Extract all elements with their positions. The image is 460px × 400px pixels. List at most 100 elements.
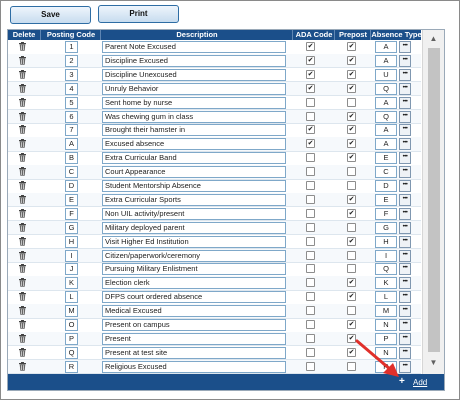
ellipsis-icon[interactable]: ••• [399, 249, 411, 262]
prepost-checkbox[interactable]: ✔ [347, 139, 356, 149]
posting-code-field[interactable]: R [65, 360, 78, 373]
posting-code-field[interactable]: Q [65, 346, 78, 359]
posting-code-field[interactable]: J [65, 263, 78, 276]
prepost-checkbox[interactable]: ✔ [347, 125, 356, 135]
prepost-checkbox[interactable]: ✔ [347, 153, 356, 163]
posting-code-field[interactable]: 6 [65, 110, 78, 123]
ada-code-checkbox[interactable] [306, 333, 315, 343]
absence-type-field[interactable]: A [375, 41, 397, 53]
description-field[interactable]: Pursuing Military Enlistment [102, 263, 286, 276]
ellipsis-icon[interactable]: ••• [399, 221, 411, 234]
absence-type-field[interactable]: H [375, 235, 397, 248]
description-field[interactable]: Sent home by nurse [102, 96, 286, 109]
trash-icon[interactable] [18, 320, 27, 329]
trash-icon[interactable] [18, 194, 27, 204]
scrollbar-thumb[interactable] [428, 48, 440, 352]
ellipsis-icon[interactable]: ••• [399, 152, 411, 165]
posting-code-field[interactable]: M [65, 305, 78, 318]
scroll-up-arrow-icon[interactable]: ▲ [423, 32, 444, 46]
ellipsis-icon[interactable]: ••• [399, 96, 411, 109]
description-field[interactable]: Student Mentorship Absence [102, 180, 286, 192]
ada-code-checkbox[interactable] [306, 250, 315, 260]
description-field[interactable]: Medical Excused [102, 305, 286, 318]
trash-icon[interactable] [18, 153, 27, 162]
prepost-checkbox[interactable]: ✔ [347, 42, 356, 51]
ellipsis-icon[interactable]: ••• [399, 263, 411, 276]
trash-icon[interactable] [18, 55, 27, 65]
absence-type-field[interactable]: I [375, 249, 397, 262]
ellipsis-icon[interactable]: ••• [399, 193, 411, 206]
trash-icon[interactable] [18, 167, 27, 176]
posting-code-field[interactable]: 1 [65, 41, 78, 53]
posting-code-field[interactable]: 5 [65, 96, 78, 109]
save-button[interactable]: Save [10, 6, 91, 24]
absence-type-field[interactable]: A [375, 124, 397, 137]
prepost-checkbox[interactable]: ✔ [347, 69, 356, 79]
ada-code-checkbox[interactable] [306, 111, 315, 121]
absence-type-field[interactable]: L [375, 291, 397, 304]
ellipsis-icon[interactable]: ••• [399, 82, 411, 95]
vertical-scrollbar[interactable]: ▲ ▼ [422, 30, 444, 374]
description-field[interactable]: Parent Note Excused [102, 41, 286, 53]
trash-icon[interactable] [18, 83, 27, 93]
scroll-down-arrow-icon[interactable]: ▼ [423, 356, 444, 370]
absence-type-field[interactable]: M [375, 305, 397, 318]
posting-code-field[interactable]: D [65, 180, 78, 192]
absence-type-field[interactable]: D [375, 180, 397, 192]
trash-icon[interactable] [18, 139, 27, 149]
prepost-checkbox[interactable] [347, 222, 356, 232]
absence-type-field[interactable]: G [375, 221, 397, 234]
description-field[interactable]: Visit Higher Ed Institution [102, 235, 286, 248]
ellipsis-icon[interactable]: ••• [399, 180, 411, 192]
absence-type-field[interactable]: A [375, 54, 397, 67]
absence-type-field[interactable]: E [375, 193, 397, 206]
prepost-checkbox[interactable]: ✔ [347, 208, 356, 218]
ada-code-checkbox[interactable] [306, 320, 315, 329]
description-field[interactable]: Non UIL activity/present [102, 207, 286, 220]
trash-icon[interactable] [18, 97, 27, 107]
trash-icon[interactable] [18, 111, 27, 121]
description-field[interactable]: Brought their hamster in [102, 124, 286, 137]
absence-type-field[interactable]: C [375, 166, 397, 179]
trash-icon[interactable] [18, 250, 27, 260]
ada-code-checkbox[interactable]: ✔ [306, 139, 315, 149]
ellipsis-icon[interactable]: ••• [399, 235, 411, 248]
absence-type-field[interactable]: Q [375, 263, 397, 276]
ellipsis-icon[interactable]: ••• [399, 124, 411, 137]
prepost-checkbox[interactable] [347, 264, 356, 274]
posting-code-field[interactable]: E [65, 193, 78, 206]
ellipsis-icon[interactable]: ••• [399, 166, 411, 179]
posting-code-field[interactable]: K [65, 277, 78, 290]
ellipsis-icon[interactable]: ••• [399, 68, 411, 81]
description-field[interactable]: Extra Curricular Sports [102, 193, 286, 206]
prepost-checkbox[interactable]: ✔ [347, 83, 356, 93]
ada-code-checkbox[interactable] [306, 278, 315, 288]
trash-icon[interactable] [18, 181, 27, 190]
ada-code-checkbox[interactable]: ✔ [306, 42, 315, 51]
ada-code-checkbox[interactable] [306, 167, 315, 177]
trash-icon[interactable] [18, 306, 27, 315]
absence-type-field[interactable]: A [375, 96, 397, 109]
ada-code-checkbox[interactable] [306, 264, 315, 274]
trash-icon[interactable] [18, 236, 27, 246]
trash-icon[interactable] [18, 347, 27, 357]
posting-code-field[interactable]: C [65, 166, 78, 179]
absence-type-field[interactable]: E [375, 152, 397, 165]
prepost-checkbox[interactable]: ✔ [347, 55, 356, 65]
prepost-checkbox[interactable] [347, 250, 356, 260]
absence-type-field[interactable]: K [375, 277, 397, 290]
trash-icon[interactable] [18, 69, 27, 79]
description-field[interactable]: Military deployed parent [102, 221, 286, 234]
ada-code-checkbox[interactable] [306, 361, 315, 371]
posting-code-field[interactable]: B [65, 152, 78, 165]
description-field[interactable]: Was chewing gum in class [102, 110, 286, 123]
ada-code-checkbox[interactable] [306, 194, 315, 204]
posting-code-field[interactable]: 7 [65, 124, 78, 137]
posting-code-field[interactable]: I [65, 249, 78, 262]
ada-code-checkbox[interactable] [306, 97, 315, 107]
prepost-checkbox[interactable]: ✔ [347, 236, 356, 246]
posting-code-field[interactable]: L [65, 291, 78, 304]
ellipsis-icon[interactable]: ••• [399, 41, 411, 53]
ada-code-checkbox[interactable] [306, 153, 315, 163]
ellipsis-icon[interactable]: ••• [399, 207, 411, 220]
